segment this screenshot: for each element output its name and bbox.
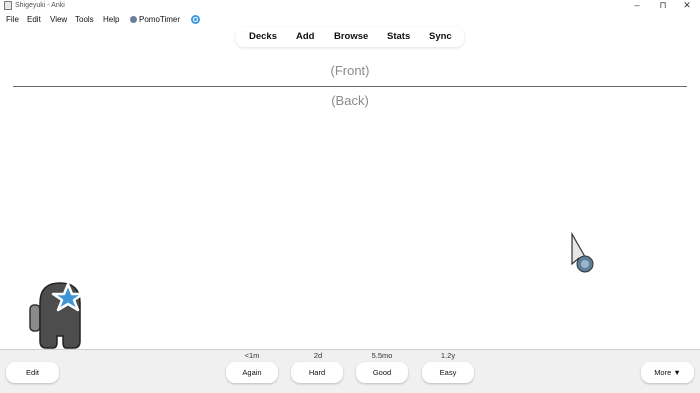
interval-hard: 2d — [313, 351, 323, 360]
menu-help[interactable]: Help — [103, 13, 119, 26]
edit-button[interactable]: Edit — [6, 362, 59, 383]
answer-divider — [13, 86, 687, 87]
menu-edit[interactable]: Edit — [27, 13, 41, 26]
menu-file[interactable]: File — [6, 13, 19, 26]
interval-easy: 1.2y — [440, 351, 456, 360]
easy-button[interactable]: Easy — [422, 362, 474, 383]
cursor-icon — [571, 232, 594, 273]
review-bottom-bar — [0, 349, 700, 393]
title-bar: Shigeyuki - Anki – ⊓ ✕ — [0, 0, 700, 12]
close-button[interactable]: ✕ — [674, 0, 700, 12]
interval-again: <1m — [244, 351, 260, 360]
toolbar-decks[interactable]: Decks — [249, 27, 277, 47]
hard-button[interactable]: Hard — [291, 362, 343, 383]
sync-status-icon[interactable] — [191, 15, 200, 24]
menu-pomotimer-label: PomoTimer — [139, 15, 181, 24]
menu-bar: File Edit View Tools Help PomoTimer — [0, 13, 700, 26]
toolbar-browse[interactable]: Browse — [334, 27, 368, 47]
toolbar-add[interactable]: Add — [296, 27, 314, 47]
more-button[interactable]: More ▼ — [641, 362, 694, 383]
menu-tools[interactable]: Tools — [75, 13, 94, 26]
minimize-button[interactable]: – — [624, 0, 650, 12]
window-title: Shigeyuki - Anki — [15, 2, 65, 9]
menu-view[interactable]: View — [50, 13, 67, 26]
app-icon — [4, 1, 12, 10]
toolbar-stats[interactable]: Stats — [387, 27, 410, 47]
interval-good: 5.5mo — [371, 351, 393, 360]
among-us-mascot-icon — [29, 282, 85, 349]
maximize-button[interactable]: ⊓ — [650, 0, 676, 12]
good-button[interactable]: Good — [356, 362, 408, 383]
menu-pomotimer[interactable]: PomoTimer — [130, 13, 180, 26]
card-front-text: (Front) — [330, 63, 370, 78]
pomotimer-icon — [130, 16, 137, 23]
main-toolbar: Decks Add Browse Stats Sync — [236, 27, 464, 47]
toolbar-sync[interactable]: Sync — [429, 27, 452, 47]
again-button[interactable]: Again — [226, 362, 278, 383]
card-back-text: (Back) — [331, 93, 369, 108]
